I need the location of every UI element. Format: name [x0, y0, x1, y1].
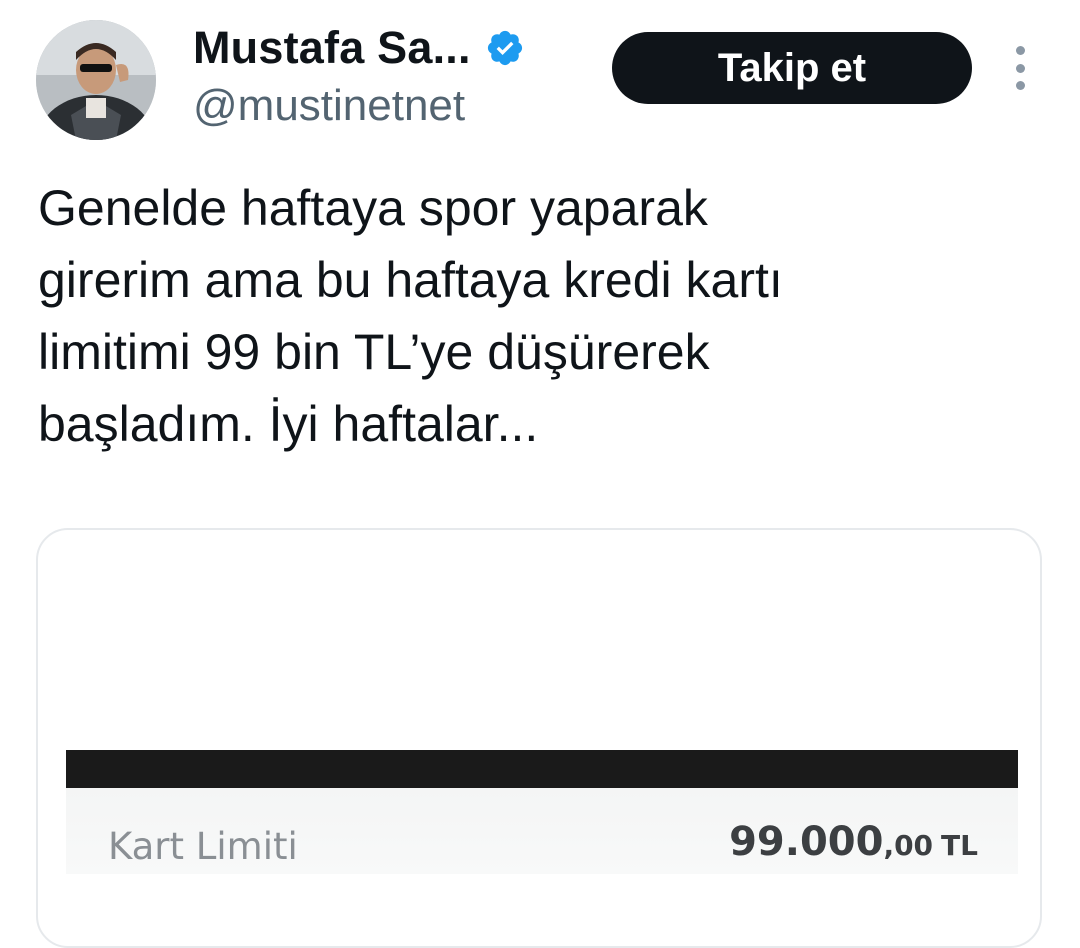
card-limit-label: Kart Limiti — [108, 825, 298, 868]
card-limit-currency: TL — [941, 829, 978, 862]
verified-badge-icon[interactable] — [485, 28, 525, 68]
follow-button[interactable]: Takip et — [612, 32, 972, 104]
author-name-row[interactable]: Mustafa Sa... — [193, 22, 525, 74]
screenshot-header-bar — [66, 750, 1018, 788]
more-options-vertical-icon[interactable] — [1004, 46, 1036, 90]
author-display-name[interactable]: Mustafa Sa... — [193, 22, 471, 74]
author-handle[interactable]: @mustinetnet — [193, 80, 465, 132]
tweet-text: Genelde haftaya spor yaparak girerim ama… — [38, 172, 1038, 460]
tweet-text-line: Genelde haftaya spor yaparak — [38, 180, 708, 236]
dot — [1015, 63, 1025, 73]
dot — [1015, 81, 1025, 90]
card-limit-row: Kart Limiti 99.000,00 TL — [66, 788, 1018, 874]
card-limit-value: 99.000,00 TL — [729, 819, 978, 865]
card-limit-decimals: ,00 — [883, 829, 934, 862]
tweet-text-line: girerim ama bu haftaya kredi kartı — [38, 252, 783, 308]
tweet-text-line: başladım. İyi haftalar... — [38, 396, 539, 452]
profile-photo — [36, 20, 156, 140]
tweet-text-line: limitimi 99 bin TL’ye düşürerek — [38, 324, 710, 380]
card-limit-amount: 99.000 — [729, 819, 884, 865]
media-card[interactable]: Kart Limiti 99.000,00 TL — [36, 528, 1042, 948]
attached-screenshot[interactable]: Kart Limiti 99.000,00 TL — [66, 750, 1018, 880]
avatar[interactable] — [36, 20, 156, 140]
dot — [1015, 46, 1025, 55]
